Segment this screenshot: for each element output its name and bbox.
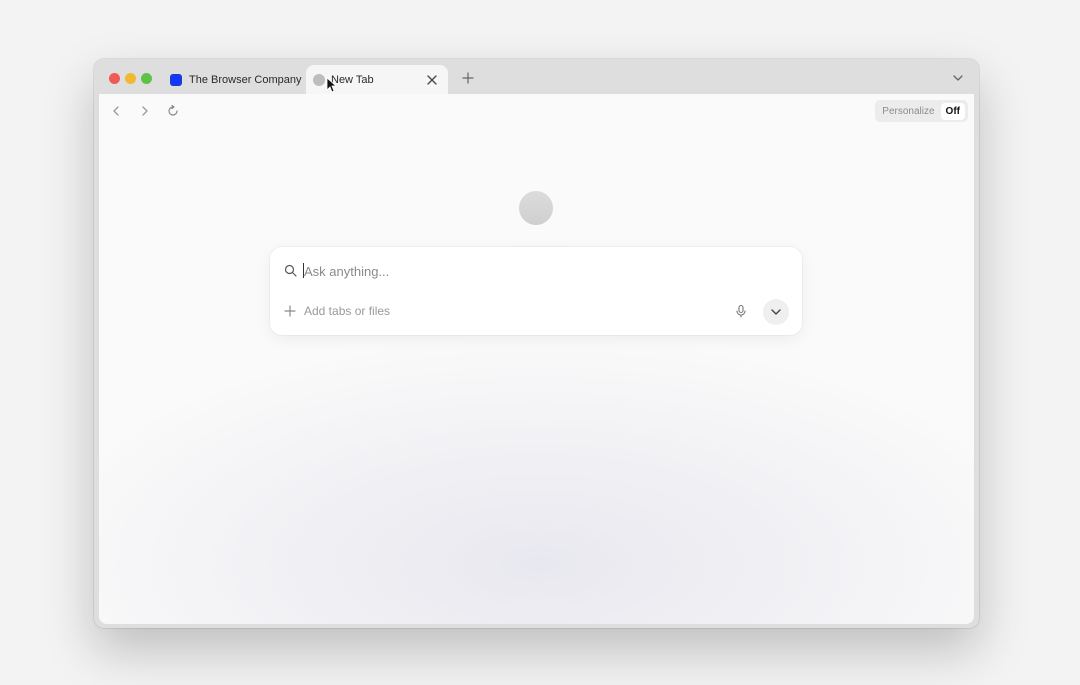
avatar	[519, 191, 553, 225]
search-icon	[284, 264, 297, 277]
mouse-cursor-icon	[326, 77, 336, 93]
personalize-label: Personalize	[882, 105, 935, 117]
zoom-window-button[interactable]	[141, 73, 152, 84]
add-tabs-or-files-button[interactable]: Add tabs or files	[304, 304, 390, 318]
personalize-state[interactable]: Off	[940, 102, 965, 120]
ask-input[interactable]	[304, 261, 774, 281]
globe-favicon-icon	[313, 74, 325, 86]
chevron-left-icon[interactable]	[109, 104, 123, 118]
title-bar: The Browser Company New Tab	[94, 59, 979, 95]
close-window-button[interactable]	[109, 73, 120, 84]
personalize-toggle[interactable]: Personalize Off	[875, 100, 968, 122]
minimize-window-button[interactable]	[125, 73, 136, 84]
chevron-right-icon[interactable]	[138, 104, 152, 118]
tab-the-browser-company[interactable]: The Browser Company	[164, 65, 304, 95]
close-icon[interactable]	[424, 72, 440, 88]
browser-company-favicon-icon	[170, 74, 182, 86]
chevron-down-icon[interactable]	[951, 71, 965, 85]
tab-title: New Tab	[331, 74, 374, 86]
chevron-down-icon	[771, 309, 781, 315]
microphone-icon[interactable]	[734, 304, 748, 318]
reload-icon[interactable]	[166, 104, 180, 118]
model-dropdown-button[interactable]	[763, 299, 789, 325]
tab-title: The Browser Company	[189, 74, 302, 86]
plus-icon[interactable]	[284, 305, 296, 317]
new-tab-plus-icon[interactable]	[460, 70, 476, 86]
page-content: Personalize Off Add tabs or files	[99, 94, 974, 624]
background-glow	[99, 94, 974, 624]
browser-window: The Browser Company New Tab Personalize …	[94, 59, 979, 628]
ask-box: Add tabs or files	[270, 247, 802, 335]
